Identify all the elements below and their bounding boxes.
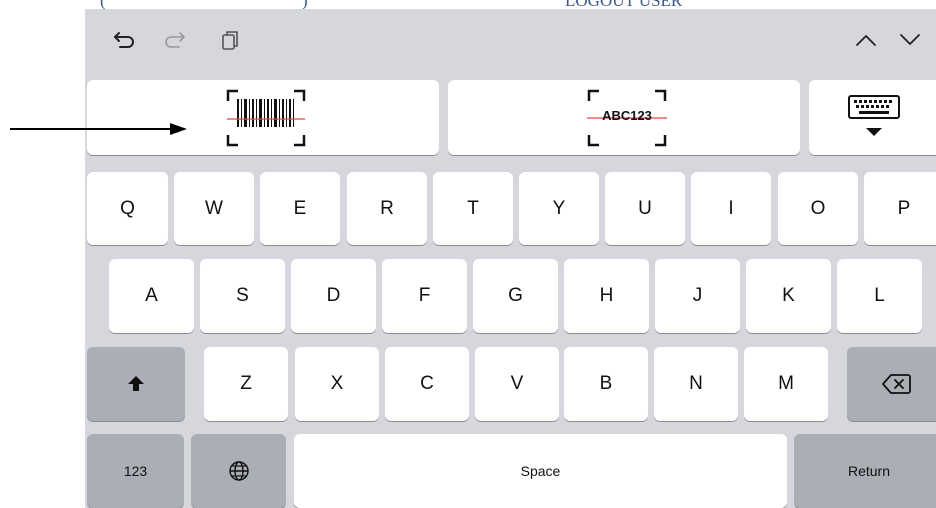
key-z[interactable]: Z — [204, 347, 288, 421]
barcode-scan-button[interactable] — [87, 80, 439, 155]
key-m[interactable]: M — [744, 347, 828, 421]
globe-button[interactable] — [191, 434, 286, 508]
key-s[interactable]: S — [200, 259, 285, 333]
chevron-up-icon[interactable] — [853, 27, 879, 53]
keyboard: ABC123 Q W E R T Y U I O P A S D F G H J… — [85, 9, 936, 508]
return-button[interactable]: Return — [794, 434, 936, 508]
key-i[interactable]: I — [691, 172, 771, 245]
text-scan-button[interactable]: ABC123 — [448, 80, 800, 155]
key-k[interactable]: K — [746, 259, 831, 333]
key-v[interactable]: V — [475, 347, 559, 421]
key-q[interactable]: Q — [87, 172, 168, 245]
chevron-down-icon[interactable] — [897, 27, 923, 53]
key-a[interactable]: A — [109, 259, 194, 333]
annotation-arrow — [10, 123, 187, 135]
numbers-button[interactable]: 123 — [87, 434, 184, 508]
key-x[interactable]: X — [295, 347, 379, 421]
hide-keyboard-button[interactable] — [809, 80, 936, 155]
delete-button[interactable] — [847, 347, 936, 421]
barcode-scan-icon — [226, 89, 306, 147]
keyboard-toolbar — [85, 9, 936, 69]
backspace-icon — [882, 374, 911, 394]
key-l[interactable]: L — [837, 259, 922, 333]
key-y[interactable]: Y — [519, 172, 599, 245]
shift-arrow-icon — [128, 376, 144, 391]
redo-arrow-icon[interactable] — [161, 27, 187, 53]
key-u[interactable]: U — [605, 172, 685, 245]
key-n[interactable]: N — [654, 347, 738, 421]
globe-icon — [228, 461, 249, 481]
key-r[interactable]: R — [347, 172, 427, 245]
shift-button[interactable] — [87, 347, 185, 421]
clipboard-icon[interactable] — [217, 27, 243, 53]
space-bar[interactable]: Space — [294, 434, 787, 508]
key-t[interactable]: T — [433, 172, 513, 245]
undo-arrow-icon[interactable] — [112, 27, 138, 53]
key-o[interactable]: O — [778, 172, 858, 245]
key-p[interactable]: P — [864, 172, 936, 245]
text-scan-label: ABC123 — [602, 108, 652, 123]
key-h[interactable]: H — [564, 259, 649, 333]
key-g[interactable]: G — [473, 259, 558, 333]
key-j[interactable]: J — [655, 259, 740, 333]
key-b[interactable]: B — [564, 347, 648, 421]
key-e[interactable]: E — [260, 172, 340, 245]
key-c[interactable]: C — [385, 347, 469, 421]
key-f[interactable]: F — [382, 259, 467, 333]
key-d[interactable]: D — [291, 259, 376, 333]
key-w[interactable]: W — [174, 172, 254, 245]
keyboard-hide-icon — [848, 95, 900, 136]
